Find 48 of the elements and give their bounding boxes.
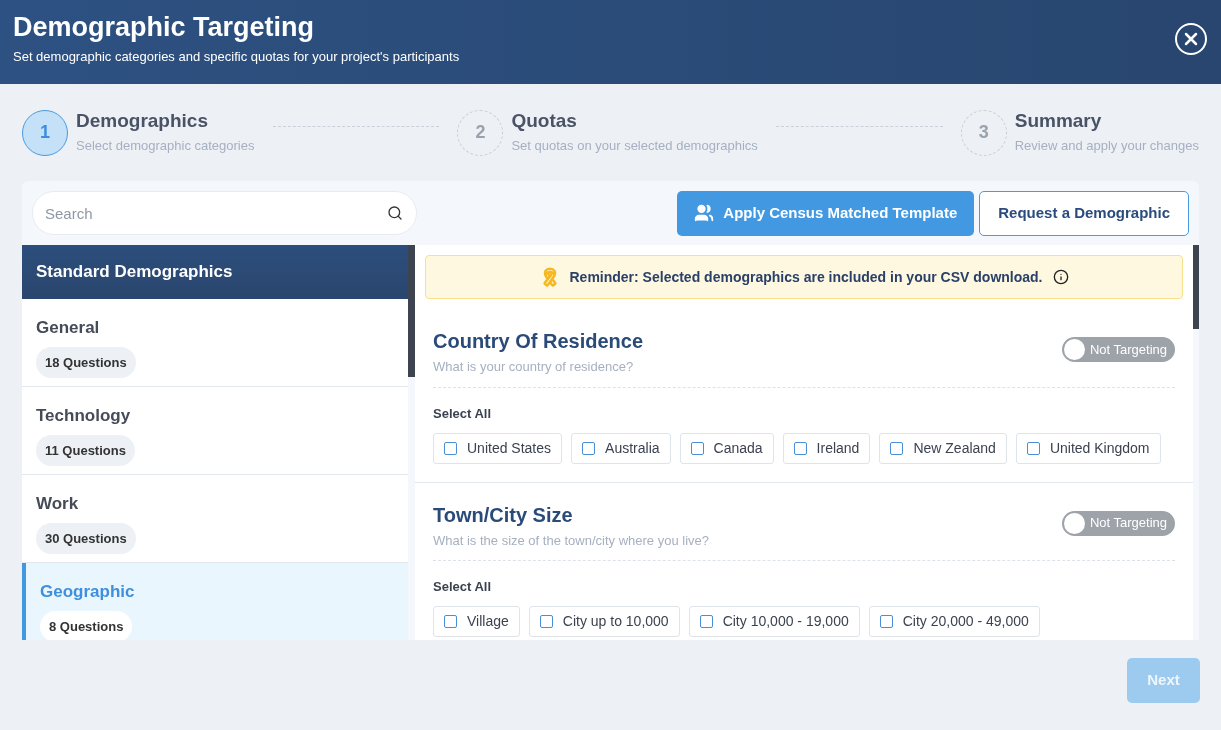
category-item[interactable]: General 18 Questions [22, 299, 408, 387]
search-icon[interactable] [387, 205, 403, 221]
category-name: Work [36, 493, 79, 515]
question-count: 30 Questions [36, 522, 136, 554]
close-icon [1184, 32, 1198, 46]
option-checkbox[interactable]: City 20,000 - 49,000 [868, 606, 1040, 637]
question-count: 8 Questions [40, 610, 133, 640]
option-checkbox[interactable]: Village [433, 606, 520, 637]
sidebar-title: Standard Demographics [36, 261, 233, 284]
close-button[interactable] [1175, 23, 1207, 55]
option-checkbox[interactable]: Australia [571, 432, 671, 464]
dialog-subtitle: Set demographic categories and specific quotas for your project's participants [13, 48, 460, 66]
question-count: 18 Questions [36, 346, 136, 378]
question-prompt: What is your country of residence? [433, 358, 635, 376]
select-all-link[interactable]: Select All [433, 403, 492, 423]
option-checkbox[interactable]: New Zealand [879, 432, 1007, 464]
option-checkbox[interactable]: City up to 10,000 [528, 606, 680, 637]
request-demographic-button[interactable]: Request a Demographic [979, 190, 1189, 236]
scrollbar-thumb[interactable] [1193, 245, 1199, 329]
dialog-title: Demographic Targeting [13, 11, 316, 44]
category-item[interactable]: Work 30 Questions [22, 475, 408, 563]
step-description: Set quotas on your selected demographics [511, 137, 758, 156]
step-title: Quotas [511, 109, 578, 134]
step-title: Summary [1014, 109, 1103, 134]
question-title: Country Of Residence [433, 329, 644, 353]
question-prompt: What is the size of the town/city where you live? [433, 531, 709, 550]
option-checkbox[interactable]: Ireland [782, 432, 871, 464]
reminder-text: Reminder: Selected demographics are included in your CSV download. [569, 267, 1043, 287]
step-description: Review and apply your changes [1014, 137, 1199, 156]
category-name: General [36, 317, 100, 339]
option-checkbox[interactable]: United Kingdom [1015, 432, 1161, 464]
scrollbar-thumb[interactable] [408, 245, 415, 377]
option-checkbox[interactable]: Canada [679, 432, 774, 464]
question-count: 11 Questions [36, 434, 135, 466]
search-field[interactable]: Search [32, 191, 417, 235]
people-icon [694, 203, 715, 223]
option-checkbox[interactable]: United States [433, 432, 563, 464]
question-title: Town/City Size [433, 502, 574, 527]
step-number: 1 [22, 109, 68, 156]
category-name: Technology [36, 405, 131, 427]
category-name: Geographic [40, 581, 135, 603]
step-title: Demographics [76, 109, 209, 134]
category-item[interactable]: Technology 11 Questions [22, 387, 408, 475]
category-item[interactable]: Geographic 8 Questions [22, 563, 408, 640]
info-icon [1052, 269, 1069, 285]
select-all-link[interactable]: Select All [433, 577, 492, 597]
option-checkbox[interactable]: City 10,000 - 19,000 [688, 606, 860, 637]
step-description: Select demographic categories [76, 137, 255, 156]
